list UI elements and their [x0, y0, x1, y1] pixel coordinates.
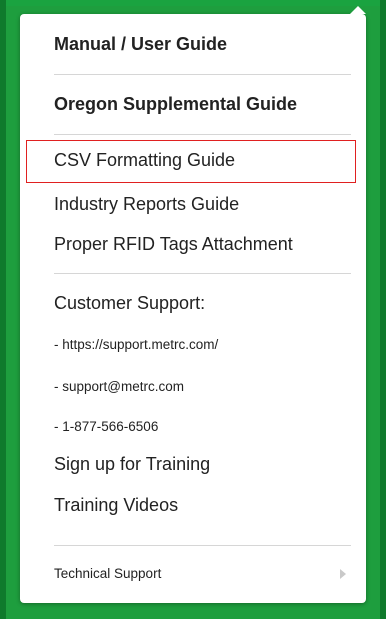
- chevron-right-icon: [340, 569, 346, 579]
- menu-item-technical-support[interactable]: Technical Support: [20, 566, 366, 581]
- menu-item-training-videos[interactable]: Training Videos: [20, 495, 366, 516]
- background-right-edge: [380, 0, 386, 619]
- menu-item-industry-reports-guide[interactable]: Industry Reports Guide: [20, 194, 366, 215]
- customer-support-heading: Customer Support:: [54, 293, 206, 313]
- menu-item-proper-rfid-tags-attachment[interactable]: Proper RFID Tags Attachment: [20, 234, 366, 255]
- support-email: - support@metrc.com: [54, 379, 184, 394]
- menu-divider: [54, 134, 351, 135]
- menu-divider: [54, 74, 351, 75]
- support-phone: - 1-877-566-6506: [54, 419, 159, 434]
- menu-divider: [54, 545, 351, 546]
- menu-item-oregon-supplemental-guide[interactable]: Oregon Supplemental Guide: [20, 94, 366, 115]
- menu-divider: [54, 273, 351, 274]
- menu-caret: [350, 6, 366, 14]
- help-dropdown-menu: Manual / User Guide Oregon Supplemental …: [20, 6, 366, 603]
- background-top-strip: [0, 0, 386, 6]
- menu-item-manual-user-guide[interactable]: Manual / User Guide: [20, 34, 366, 55]
- menu-item-csv-formatting-guide[interactable]: CSV Formatting Guide: [20, 150, 366, 171]
- background-left-edge: [0, 0, 6, 619]
- support-url: - https://support.metrc.com/: [54, 337, 219, 352]
- technical-support-label: Technical Support: [54, 566, 162, 581]
- menu-item-sign-up-for-training[interactable]: Sign up for Training: [20, 454, 366, 475]
